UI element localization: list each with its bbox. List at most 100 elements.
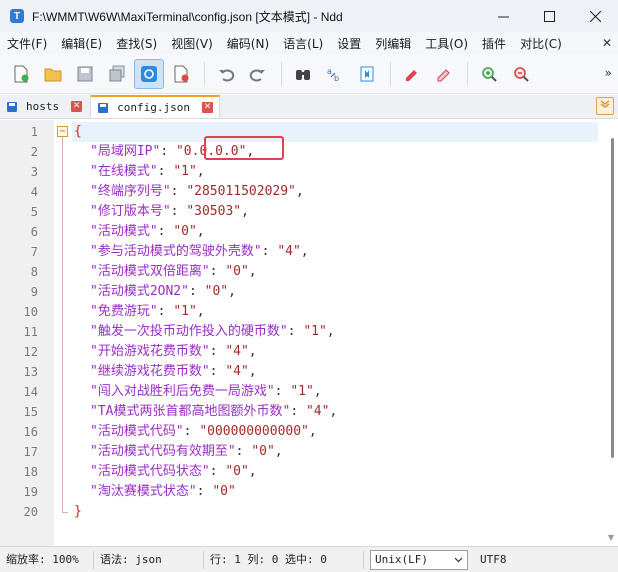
json-value: "1": [173, 164, 197, 179]
toolbar-separator: [467, 61, 468, 86]
json-value: "0": [225, 264, 249, 279]
bookmark-button[interactable]: [352, 59, 382, 89]
json-key: "继续游戏花费币数": [90, 364, 210, 379]
code-line: 11 "触发一次投币动作投入的硬币数": "1",: [0, 322, 606, 342]
menu-compare[interactable]: 对比(C): [513, 35, 569, 52]
tab-label: hosts: [26, 100, 60, 113]
new-file-button[interactable]: [6, 59, 36, 89]
json-value: "0": [251, 444, 275, 459]
clear-mark-button[interactable]: [429, 59, 459, 89]
code-editor[interactable]: − 1 { 2 "局域网IP": "0.0.0.0", 3 "在线模式": "1…: [0, 120, 618, 546]
json-value: "4": [277, 244, 301, 259]
code-line: 12 "开始游戏花费币数": "4",: [0, 342, 606, 362]
undo-icon: [219, 68, 235, 81]
find-button[interactable]: [288, 59, 318, 89]
json-key: "活动模式代码有效期至": [90, 444, 236, 459]
maximize-button[interactable]: [526, 0, 572, 32]
menu-encoding[interactable]: 编码(N): [220, 35, 276, 52]
tab-config-json[interactable]: config.json ✕: [90, 95, 220, 118]
line-number: 12: [23, 345, 38, 359]
menu-view[interactable]: 视图(V): [164, 35, 220, 52]
menu-language[interactable]: 语言(L): [276, 35, 330, 52]
redo-button[interactable]: [243, 59, 273, 89]
zoom-out-icon: [514, 66, 529, 82]
code-line: 9 "活动模式2ON2": "0",: [0, 282, 606, 302]
annotation-highlight-box: [204, 136, 284, 160]
encoding-status: UTF8: [480, 552, 507, 566]
minimize-icon: [497, 16, 509, 17]
minimize-button[interactable]: [480, 0, 526, 32]
zoom-in-button[interactable]: [474, 59, 504, 89]
vertical-scrollbar[interactable]: ▼: [606, 120, 618, 546]
code-line: 15 "TA模式两张首都高地图额外币数": "4",: [0, 402, 606, 422]
menu-edit[interactable]: 编辑(E): [54, 35, 109, 52]
menu-bar: 文件(F) 编辑(E) 查找(S) 视图(V) 编码(N) 语言(L) 设置 列…: [0, 32, 618, 54]
zoom-out-button[interactable]: [506, 59, 536, 89]
code-line: 6 "活动模式": "0",: [0, 222, 606, 242]
line-number: 8: [30, 265, 38, 279]
tab-close-button[interactable]: ✕: [201, 102, 213, 113]
toolbar-separator: [204, 61, 205, 86]
file-icon: [7, 101, 17, 112]
line-number: 5: [30, 205, 38, 219]
replace-button[interactable]: ab: [320, 59, 350, 89]
scrollbar-thumb[interactable]: [611, 138, 614, 458]
json-key: "活动模式代码状态": [90, 464, 210, 479]
mark-button[interactable]: [397, 59, 427, 89]
line-number: 18: [23, 465, 38, 479]
line-number: 10: [23, 305, 38, 319]
json-value: "4": [225, 344, 249, 359]
line-number: 16: [23, 425, 38, 439]
menu-search[interactable]: 查找(S): [109, 35, 164, 52]
json-value: "0": [225, 464, 249, 479]
menu-tools[interactable]: 工具(O): [418, 35, 475, 52]
json-key: "修订版本号": [90, 204, 171, 219]
scroll-down-icon[interactable]: ▼: [608, 533, 614, 542]
line-number: 14: [23, 385, 38, 399]
close-button[interactable]: [572, 0, 618, 32]
toolbar-overflow-button[interactable]: »: [605, 66, 612, 80]
menu-file[interactable]: 文件(F): [0, 35, 54, 52]
close-document-button[interactable]: ✕: [602, 36, 612, 50]
json-key: "局域网IP": [90, 144, 161, 159]
json-value: "1": [173, 304, 197, 319]
title-bar: T F:\WMMT\W6W\MaxiTerminal\config.json […: [0, 0, 618, 32]
code-line: 3 "在线模式": "1",: [0, 162, 606, 182]
tab-close-button[interactable]: ✕: [71, 101, 83, 112]
close-file-icon: [174, 65, 189, 82]
zoom-in-icon: [482, 66, 497, 82]
file-icon: [98, 102, 109, 113]
cursor-position-status: 行: 1 列: 0 选中: 0: [204, 550, 364, 569]
open-file-button[interactable]: [38, 59, 68, 89]
highlighter-icon: [406, 69, 417, 81]
json-value: "1": [290, 384, 314, 399]
json-value: "30503": [186, 204, 242, 219]
line-number: 3: [30, 165, 38, 179]
json-value: "1": [303, 324, 327, 339]
text-mode-button[interactable]: [134, 58, 164, 89]
menu-plugins[interactable]: 插件: [475, 35, 513, 52]
menu-column-edit[interactable]: 列编辑: [368, 35, 418, 52]
toolbar: ab »: [0, 54, 618, 94]
chevron-down-icon: [600, 100, 610, 108]
save-button[interactable]: [70, 59, 100, 89]
line-number: 6: [30, 225, 38, 239]
close-file-button[interactable]: [166, 59, 196, 89]
tab-label: config.json: [117, 101, 190, 114]
tab-hosts[interactable]: hosts ✕: [0, 95, 88, 118]
collapse-tabs-button[interactable]: [596, 97, 614, 115]
line-number: 1: [30, 125, 38, 139]
menu-settings[interactable]: 设置: [330, 35, 368, 52]
toolbar-separator: [281, 61, 282, 86]
eol-select[interactable]: Unix(LF): [370, 549, 468, 570]
code-line: 1 {: [0, 122, 606, 142]
text-mode-icon: [141, 65, 157, 82]
save-all-button[interactable]: [102, 59, 132, 89]
line-number: 15: [23, 405, 38, 419]
undo-button[interactable]: [211, 59, 241, 89]
json-key: "开始游戏花费币数": [90, 344, 210, 359]
code-text: }: [74, 504, 82, 519]
code-text: {: [74, 124, 82, 139]
code-line: 14 "闯入对战胜利后免费一局游戏": "1",: [0, 382, 606, 402]
code-line: 2 "局域网IP": "0.0.0.0",: [0, 142, 606, 162]
